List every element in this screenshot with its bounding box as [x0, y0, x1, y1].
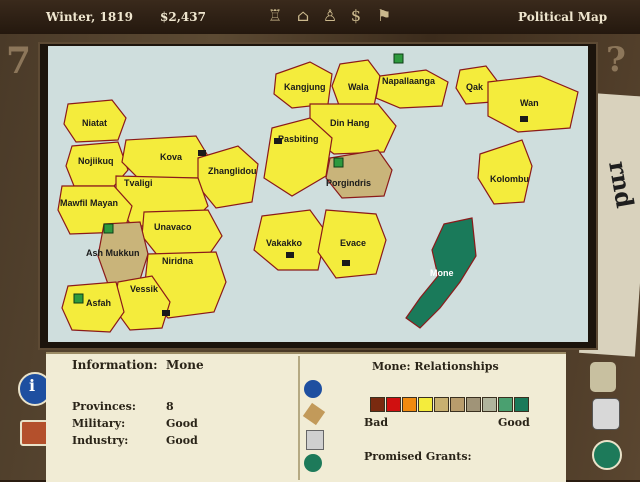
label-nojiikuq: Nojiikuq: [78, 156, 114, 166]
label-niatat: Niatat: [82, 118, 107, 128]
relationship-swatch: [514, 397, 529, 412]
label-kolombu: Kolombu: [490, 174, 529, 184]
factory-icon[interactable]: ⚑: [374, 6, 394, 26]
grant-dollar-icon[interactable]: [73, 293, 84, 304]
label-tvaligi: Tvaligi: [124, 178, 153, 188]
relationships-title: Mone: Relationships: [372, 360, 499, 373]
top-bar: Winter, 1819 $2,437 ♖ ⌂ ♙ $ ⚑ Political …: [0, 0, 640, 36]
screen-title: Political Map: [518, 10, 608, 24]
province-zhanglidou[interactable]: [197, 145, 259, 209]
relationship-swatch: [482, 397, 497, 412]
panel-divider: [298, 356, 300, 480]
grant-dollar-icon[interactable]: [393, 53, 404, 64]
relationship-swatch: [418, 397, 433, 412]
relationship-swatch: [370, 397, 385, 412]
scroll-icon[interactable]: [590, 362, 616, 392]
grant-dollar-icon[interactable]: [333, 157, 344, 168]
label-zhanglidou: Zhanglidou: [208, 166, 257, 176]
label-kova: Kova: [160, 152, 183, 162]
capital-icon: [274, 138, 282, 144]
label-niridna: Niridna: [162, 256, 194, 266]
map-svg[interactable]: Kangjung Wala Napallaanga Qak Wan Niatat…: [48, 46, 588, 342]
label-wan: Wan: [520, 98, 539, 108]
capital-icon: [198, 150, 206, 156]
label-porgindris: Porgindris: [326, 178, 371, 188]
label-qak: Qak: [466, 82, 484, 92]
military-value: Good: [166, 417, 198, 430]
industry-value: Good: [166, 434, 198, 447]
relationship-swatch: [402, 397, 417, 412]
info-header-label: Information:: [72, 358, 158, 372]
label-evace: Evace: [340, 238, 366, 248]
info-glyph: i: [29, 376, 36, 395]
capital-icon: [342, 260, 350, 266]
dollar-icon[interactable]: $: [346, 6, 366, 26]
provinces-value: 8: [166, 400, 174, 413]
scroll-icon[interactable]: [302, 402, 326, 426]
label-dinhang: Din Hang: [330, 118, 370, 128]
label-unavaco: Unavaco: [154, 222, 192, 232]
industry-label: Industry:: [72, 434, 129, 447]
pyramid-icon[interactable]: [592, 440, 622, 470]
capitol-icon[interactable]: ⌂: [293, 6, 313, 26]
good-label: Good: [498, 416, 530, 429]
provinces-label: Provinces:: [72, 400, 136, 413]
back-arrow-icon[interactable]: 7: [6, 40, 31, 82]
label-vakakko: Vakakko: [266, 238, 303, 248]
treasury-amount: $2,437: [160, 10, 206, 24]
province-porgindris[interactable]: [325, 149, 393, 199]
capital-icon: [520, 116, 528, 122]
info-header-value: Mone: [166, 358, 204, 372]
label-pasbiting: Pasbiting: [278, 134, 319, 144]
relationship-swatch: [434, 397, 449, 412]
help-icon[interactable]: ?: [606, 40, 636, 80]
label-mone: Mone: [430, 268, 454, 278]
game-date: Winter, 1819: [46, 10, 133, 24]
boot-icon[interactable]: ♙: [320, 6, 340, 26]
pyramid-icon[interactable]: [304, 454, 322, 472]
info-panel: Information: Mone Provinces: 8 Military:…: [46, 352, 566, 482]
relationship-swatch: [498, 397, 513, 412]
label-napallaanga: Napallaanga: [382, 76, 436, 86]
info-icon[interactable]: [304, 380, 322, 398]
bad-label: Bad: [364, 416, 389, 429]
grant-dollar-icon[interactable]: [103, 223, 114, 234]
relationship-swatch: [450, 397, 465, 412]
capital-icon: [286, 252, 294, 258]
military-label: Military:: [72, 417, 126, 430]
document-icon[interactable]: [306, 430, 324, 450]
label-vessik: Vessik: [130, 284, 159, 294]
province-unavaco[interactable]: [141, 209, 223, 257]
label-ashmukkun: Ash Mukkun: [86, 248, 140, 258]
label-wala: Wala: [348, 82, 370, 92]
promised-grants-label: Promised Grants:: [364, 450, 472, 463]
relationship-swatch: [386, 397, 401, 412]
province-pasbiting[interactable]: [263, 117, 333, 197]
label-kangjung: Kangjung: [284, 82, 326, 92]
political-map[interactable]: Kangjung Wala Napallaanga Qak Wan Niatat…: [48, 46, 588, 342]
relationship-swatch: [466, 397, 481, 412]
capital-icon: [162, 310, 170, 316]
province-kolombu[interactable]: [477, 139, 533, 205]
report-icon[interactable]: [592, 398, 620, 430]
label-mawfilmayan: Mawfil Mayan: [60, 198, 118, 208]
label-asfah: Asfah: [86, 298, 111, 308]
advisor-icon[interactable]: ♖: [265, 6, 285, 26]
